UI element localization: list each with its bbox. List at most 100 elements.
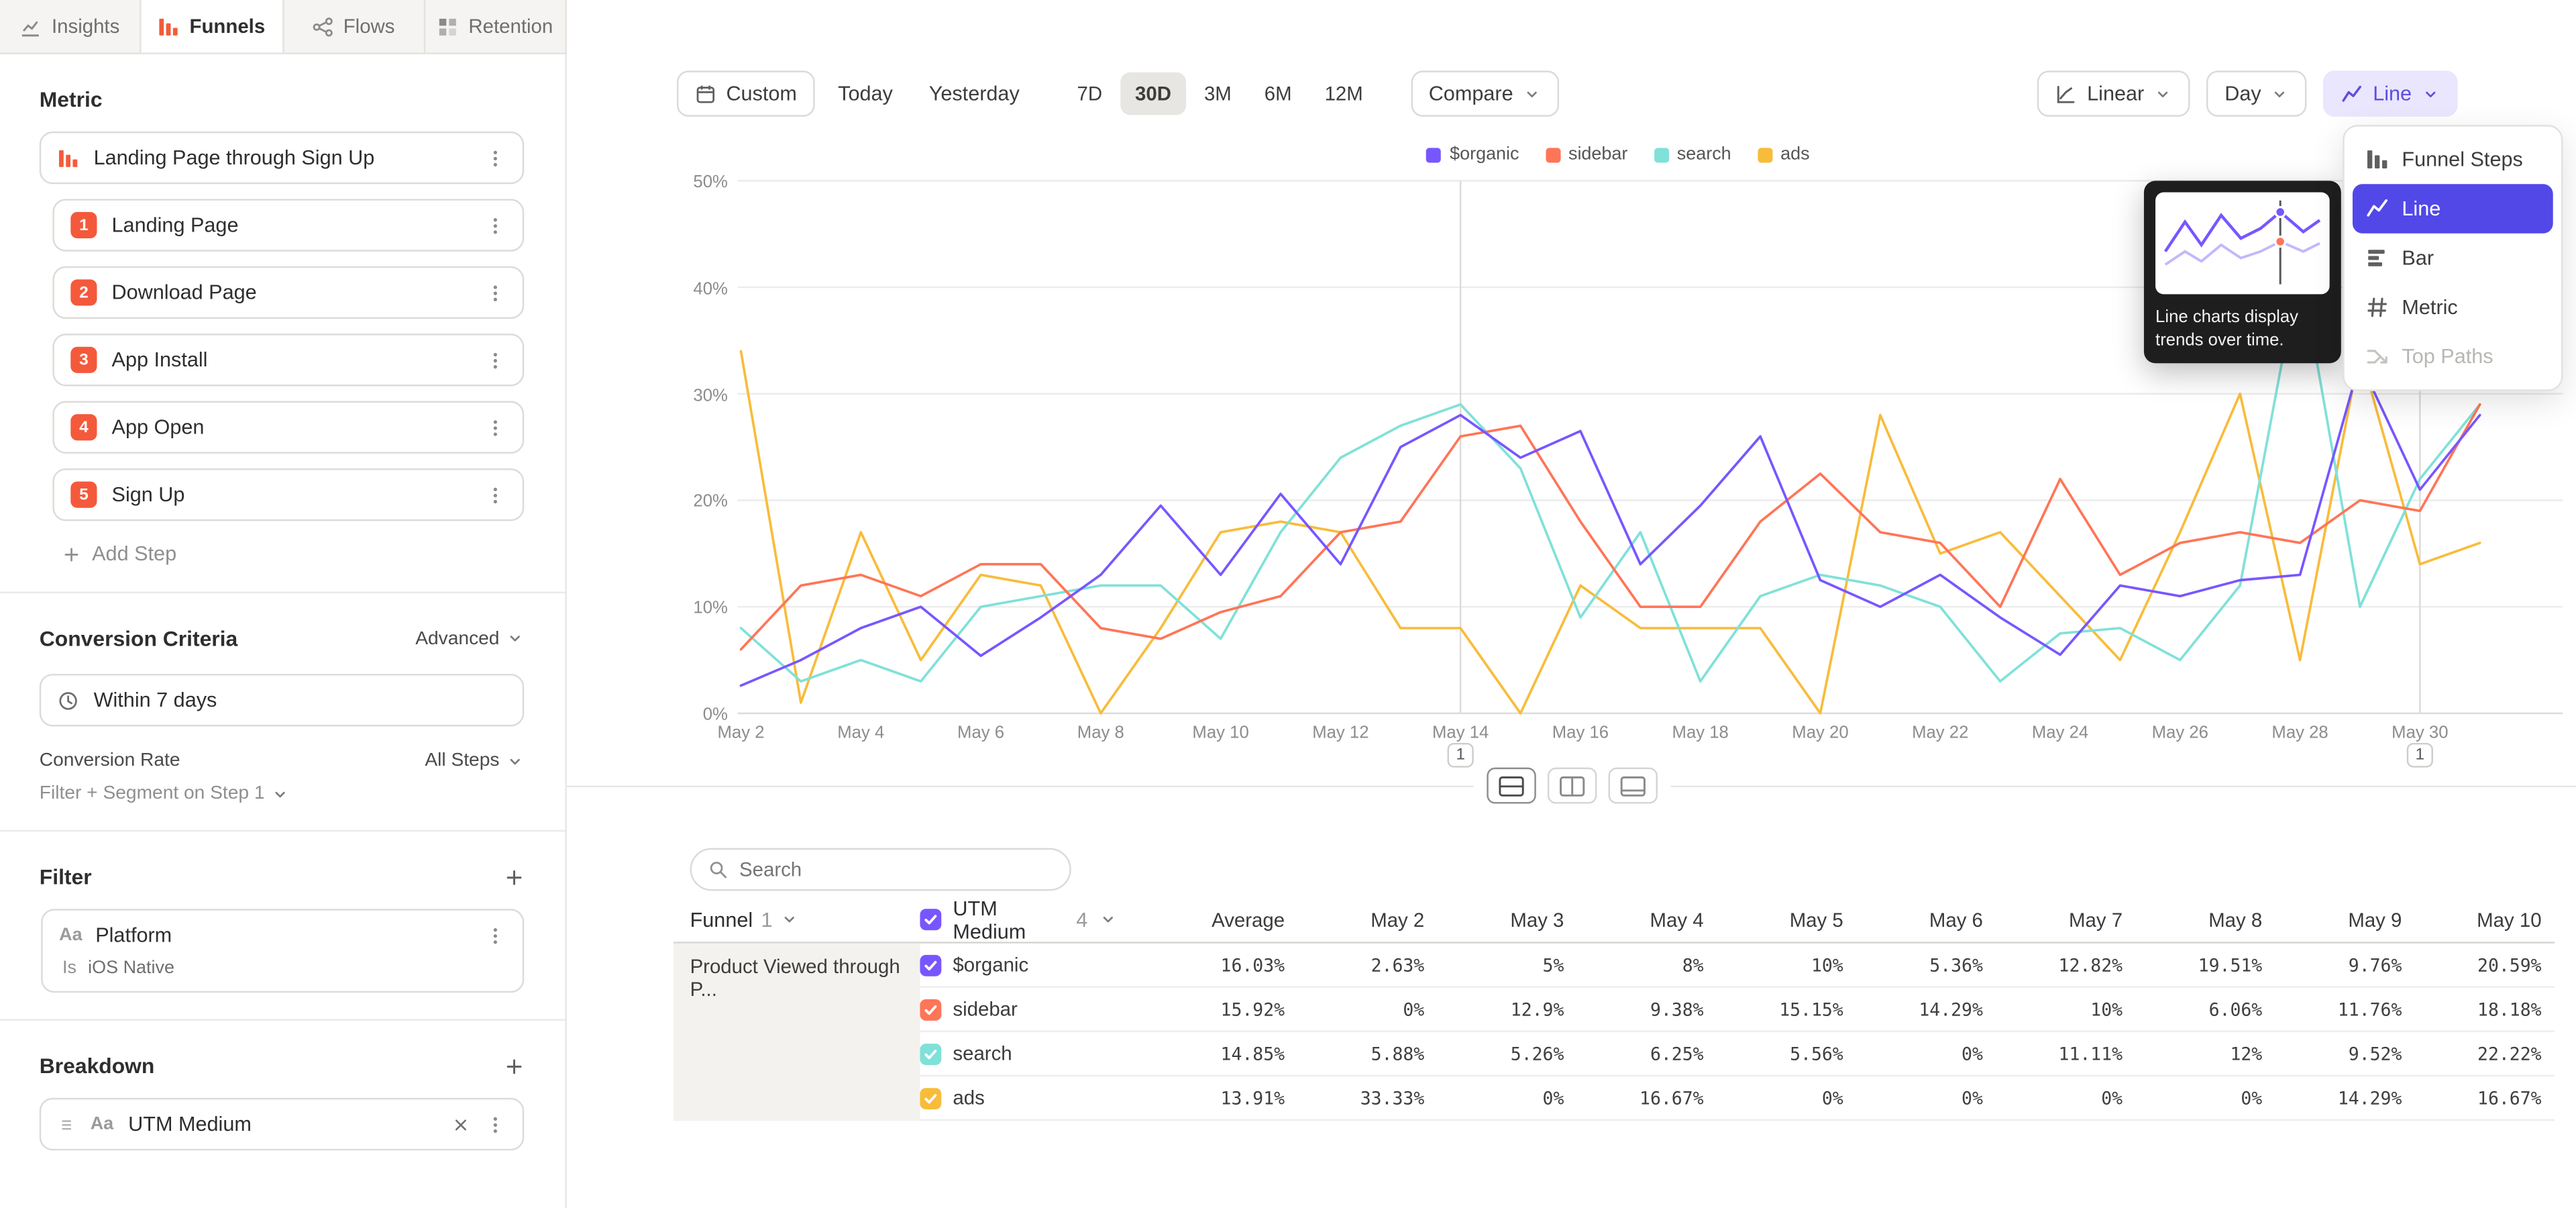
filter-operator[interactable]: Is [62, 958, 76, 978]
add-filter-icon[interactable] [504, 867, 524, 887]
add-step-button[interactable]: Add Step [62, 542, 524, 565]
step-label: Sign Up [112, 483, 185, 506]
row-value-cell: 22.22% [2415, 1043, 2555, 1064]
tab-flows[interactable]: Flows [283, 0, 425, 52]
select-all-checkbox[interactable] [920, 909, 941, 930]
yesterday-button[interactable]: Yesterday [916, 70, 1032, 117]
search-bar[interactable] [690, 848, 1071, 891]
table-row[interactable]: sidebar15.92%0%12.9%9.38%15.15%14.29%10%… [920, 988, 2555, 1032]
range-12m[interactable]: 12M [1310, 72, 1378, 115]
compare-button[interactable]: Compare [1411, 70, 1559, 117]
funnel-step-card[interactable]: 1Landing Page [52, 199, 524, 251]
tab-insights[interactable]: Insights [0, 0, 142, 52]
all-steps-select[interactable]: All Steps [425, 751, 524, 770]
today-button[interactable]: Today [825, 70, 906, 117]
step-number-badge: 2 [70, 279, 97, 305]
funnel-column-header[interactable]: Funnel 1 [674, 908, 920, 931]
filter-segment-toggle[interactable]: Filter + Segment on Step 1 [40, 784, 524, 803]
menu-item-bar[interactable]: Bar [2353, 234, 2553, 283]
x-tick-label: May 26 [2152, 723, 2208, 743]
date-column-header: May 9 [2275, 908, 2415, 931]
x-tick-label: May 10 [1192, 723, 1248, 743]
kebab-icon[interactable] [484, 147, 506, 168]
row-value-cell: 14.29% [1856, 999, 1996, 1020]
annotation-badge[interactable]: 1 [1448, 743, 1474, 768]
day-label: Day [2224, 82, 2261, 105]
funnel-step-card[interactable]: 2Download Page [52, 266, 524, 319]
tab-retention[interactable]: Retention [425, 0, 566, 52]
x-tick-label: May 30 [2392, 723, 2448, 743]
range-30d[interactable]: 30D [1120, 72, 1186, 115]
row-value-cell: 16.67% [2415, 1087, 2555, 1109]
filter-value[interactable]: iOS Native [88, 958, 174, 978]
date-range-group: 7D30D3M6M12M [1062, 72, 1377, 115]
range-3m[interactable]: 3M [1189, 72, 1246, 115]
tab-funnels[interactable]: Funnels [142, 0, 283, 52]
search-input[interactable] [739, 858, 1053, 880]
filter-segment-label: Filter + Segment on Step 1 [40, 784, 265, 803]
row-value-cell: 12.82% [1996, 954, 2136, 976]
line-chart-icon [2366, 197, 2389, 220]
kebab-icon [484, 417, 506, 438]
row-value-cell: 12.9% [1438, 999, 1577, 1020]
menu-item-funnel-steps[interactable]: Funnel Steps [2353, 135, 2553, 184]
row-value-cell: 6.06% [2136, 999, 2275, 1020]
step-number-badge: 3 [70, 347, 97, 373]
row-value-cell: 10% [1717, 954, 1856, 976]
drag-handle-icon[interactable] [58, 1115, 76, 1134]
funnels-icon [2366, 148, 2389, 170]
funnel-step-card[interactable]: 4App Open [52, 401, 524, 454]
granularity-select[interactable]: Day [2206, 70, 2307, 117]
chevron-down-icon [2154, 85, 2172, 103]
table-row[interactable]: ads13.91%33.33%0%16.67%0%0%0%0%14.29%16.… [920, 1076, 2555, 1121]
kebab-icon[interactable] [484, 925, 506, 946]
menu-item-line[interactable]: Line [2353, 184, 2553, 233]
table-row[interactable]: $organic16.03%2.63%5%8%10%5.36%12.82%19.… [920, 944, 2555, 988]
funnel-group-cell[interactable]: Product Viewed through P... [674, 944, 920, 1121]
menu-item-label: Funnel Steps [2402, 148, 2522, 170]
range-7d[interactable]: 7D [1062, 72, 1117, 115]
layout-full-button[interactable] [1607, 768, 1656, 804]
breakdown-column-header[interactable]: UTM Medium 4 [920, 897, 1117, 943]
x-tick-label: May 16 [1552, 723, 1609, 743]
y-tick-label: 30% [674, 386, 728, 405]
funnel-icon [58, 147, 79, 168]
filter-card[interactable]: Aa Platform Is iOS Native [41, 909, 524, 993]
row-checkbox[interactable] [920, 1043, 941, 1064]
breakdown-card[interactable]: Aa UTM Medium [40, 1098, 524, 1150]
chevron-down-icon [271, 785, 289, 803]
clock-icon [58, 689, 79, 711]
funnel-step-card[interactable]: 5Sign Up [52, 468, 524, 521]
chart-toolbar: Custom Today Yesterday 7D30D3M6M12M Comp… [677, 70, 2560, 117]
funnel-metric-card[interactable]: Landing Page through Sign Up [40, 132, 524, 184]
row-checkbox[interactable] [920, 1087, 941, 1109]
annotation-badge[interactable]: 1 [2407, 743, 2433, 768]
funnels-icon [158, 15, 180, 37]
close-icon[interactable] [451, 1115, 470, 1134]
y-tick-label: 10% [674, 599, 728, 618]
scale-select[interactable]: Linear [2038, 70, 2190, 117]
linear-label: Linear [2087, 82, 2144, 105]
row-checkbox[interactable] [920, 954, 941, 976]
range-6m[interactable]: 6M [1250, 72, 1307, 115]
layout-split-vertical-button[interactable] [1547, 768, 1596, 804]
layout-split-horizontal-button[interactable] [1486, 768, 1535, 804]
row-name-cell: sidebar [920, 998, 1117, 1021]
row-value-cell: 8% [1577, 954, 1717, 976]
row-checkbox[interactable] [920, 999, 941, 1020]
row-name-cell: ads [920, 1087, 1117, 1109]
funnel-step-card[interactable]: 3App Install [52, 334, 524, 386]
table-row[interactable]: search14.85%5.88%5.26%6.25%5.56%0%11.11%… [920, 1032, 2555, 1076]
custom-date-button[interactable]: Custom [677, 70, 815, 117]
add-breakdown-icon[interactable] [504, 1056, 524, 1075]
menu-item-metric[interactable]: Metric [2353, 283, 2553, 332]
layout-split-vertical-icon [1558, 775, 1585, 797]
row-average-value: 13.91% [1117, 1087, 1297, 1109]
step-number-badge: 4 [70, 414, 97, 440]
layout-split-horizontal-icon [1497, 775, 1523, 797]
conversion-window-card[interactable]: Within 7 days [40, 674, 524, 726]
chart-type-select[interactable]: Line [2324, 70, 2458, 117]
advanced-toggle[interactable]: Advanced [415, 629, 524, 648]
kebab-icon[interactable] [484, 1113, 506, 1135]
date-column-header: May 7 [1996, 908, 2136, 931]
